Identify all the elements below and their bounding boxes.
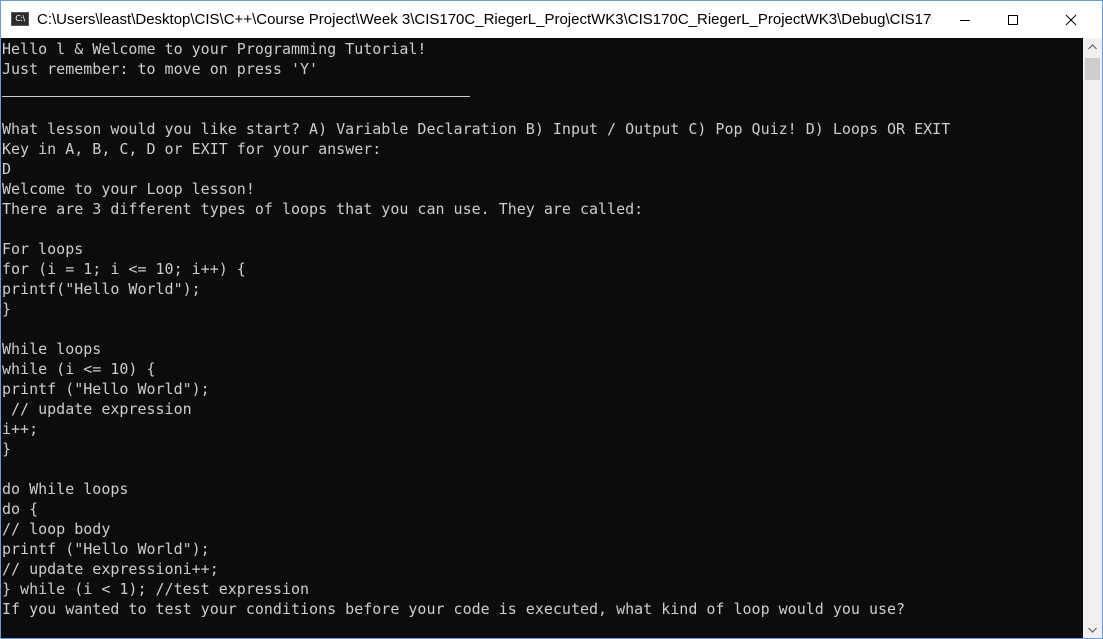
- console-line: for (i = 1; i <= 10; i++) {: [2, 260, 246, 278]
- scroll-down-button[interactable]: [1083, 621, 1102, 638]
- console-line: D: [2, 160, 12, 178]
- console-line: // update expression: [2, 400, 192, 418]
- console-line: Hello l & Welcome to your Programming Tu…: [2, 40, 427, 58]
- console-line: If you wanted to test your conditions be…: [2, 600, 906, 618]
- console-line: }: [2, 300, 12, 318]
- console-line: While loops: [2, 340, 102, 358]
- console-line: while (i <= 10) {: [2, 360, 156, 378]
- separator-line: [2, 96, 470, 97]
- console-window: C:\ C:\Users\least\Desktop\CIS\C++\Cours…: [0, 0, 1103, 639]
- chevron-down-icon: [1088, 627, 1097, 633]
- title-bar[interactable]: C:\ C:\Users\least\Desktop\CIS\C++\Cours…: [1, 1, 1102, 38]
- minimize-icon: [960, 19, 970, 21]
- console-line: For loops: [2, 240, 84, 258]
- console-line: Key in A, B, C, D or EXIT for your answe…: [2, 140, 382, 158]
- minimize-button[interactable]: [942, 1, 988, 38]
- chevron-up-icon: [1088, 43, 1097, 49]
- console-output[interactable]: Hello l & Welcome to your Programming Tu…: [1, 38, 1083, 638]
- console-line: // loop body: [2, 520, 111, 538]
- close-button[interactable]: [1048, 1, 1094, 38]
- console-line: printf ("Hello World");: [2, 540, 210, 558]
- close-icon: [1065, 14, 1077, 25]
- scroll-up-button[interactable]: [1083, 38, 1102, 55]
- vertical-scrollbar[interactable]: [1083, 38, 1102, 638]
- console-line: do {: [2, 500, 39, 518]
- window-title: C:\Users\least\Desktop\CIS\C++\Course Pr…: [37, 11, 932, 28]
- console-line: printf ("Hello World");: [2, 380, 210, 398]
- console-line: Welcome to your Loop lesson!: [2, 180, 255, 198]
- console-line: printf("Hello World");: [2, 280, 201, 298]
- console-line: i++;: [2, 420, 39, 438]
- scroll-thumb[interactable]: [1085, 58, 1100, 80]
- console-line: }: [2, 440, 12, 458]
- console-app-icon[interactable]: C:\: [11, 12, 29, 26]
- console-line: } while (i < 1); //test expression: [2, 580, 310, 598]
- maximize-icon: [1008, 14, 1018, 25]
- console-line: Just remember: to move on press 'Y': [2, 60, 319, 78]
- console-line: There are 3 different types of loops tha…: [2, 200, 644, 218]
- maximize-button[interactable]: [990, 1, 1036, 38]
- console-line: // update expressioni++;: [2, 560, 219, 578]
- console-line: do While loops: [2, 480, 129, 498]
- console-line: What lesson would you like start? A) Var…: [2, 120, 951, 138]
